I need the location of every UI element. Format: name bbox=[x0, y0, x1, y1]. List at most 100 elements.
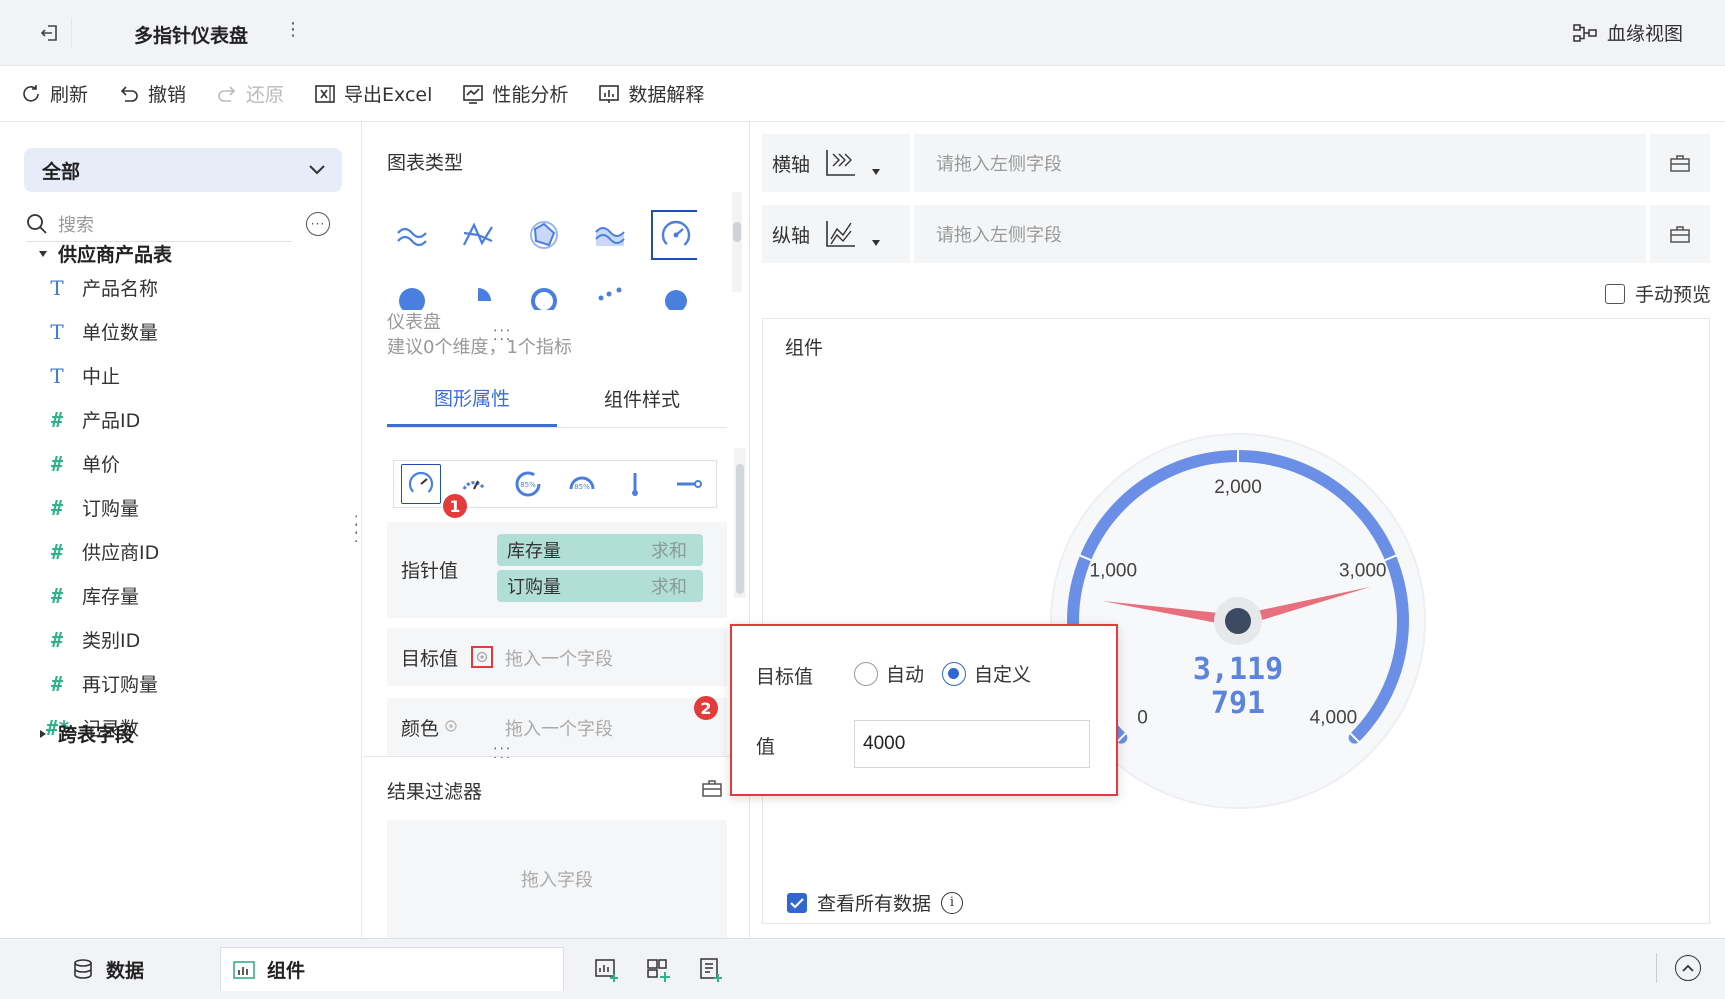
config-scroll-thumb[interactable] bbox=[736, 464, 744, 594]
field-name: 再订购量 bbox=[82, 674, 159, 696]
color-settings-button[interactable] bbox=[443, 718, 459, 738]
target-value-input[interactable] bbox=[854, 720, 1090, 768]
field-options-button[interactable]: ··· bbox=[306, 212, 330, 236]
info-icon[interactable]: i bbox=[941, 891, 964, 914]
pointer-field-pill[interactable]: 订购量 求和 bbox=[497, 570, 703, 602]
undo-label: 撤销 bbox=[148, 84, 187, 106]
pointer-value-box[interactable]: 指针值 库存量 求和 订购量 求和 bbox=[387, 522, 727, 618]
table-group-header[interactable]: 供应商产品表 bbox=[38, 240, 172, 267]
scope-select[interactable]: 全部 bbox=[24, 148, 342, 192]
refresh-button[interactable]: 刷新 bbox=[20, 80, 88, 107]
chart-type-donut[interactable] bbox=[519, 276, 569, 310]
tab-graphic-properties[interactable]: 图形属性 bbox=[387, 370, 557, 427]
manual-preview-toggle[interactable]: 手动预览 bbox=[1605, 280, 1711, 307]
lineage-label: 血缘视图 bbox=[1606, 23, 1683, 45]
field-item[interactable]: T 单位数量 bbox=[46, 318, 158, 345]
chart-type-rose[interactable] bbox=[453, 276, 503, 310]
caret-down-icon bbox=[39, 250, 47, 257]
pointer-value-label: 指针值 bbox=[401, 560, 459, 582]
add-widget-icon[interactable] bbox=[594, 957, 620, 983]
color-box[interactable]: 颜色 拖入一个字段 bbox=[387, 698, 727, 756]
y-axis-settings-button[interactable] bbox=[1650, 205, 1710, 263]
data-explain-button[interactable]: 数据解释 bbox=[598, 80, 704, 107]
field-item[interactable]: # 库存量 bbox=[46, 582, 139, 609]
slider-icon bbox=[677, 480, 703, 488]
chart-type-stacked-area[interactable] bbox=[585, 210, 635, 260]
view-all-data-toggle[interactable]: 查看所有数据 i bbox=[787, 889, 964, 916]
view-all-checkbox[interactable] bbox=[787, 892, 807, 913]
field-item[interactable]: # 产品ID bbox=[46, 406, 140, 433]
numeric-field-icon: # bbox=[50, 583, 64, 608]
performance-button[interactable]: 性能分析 bbox=[462, 80, 568, 107]
x-axis-label: 横轴 bbox=[772, 153, 811, 176]
chart-type-gauge[interactable] bbox=[651, 210, 697, 260]
caret-down-icon bbox=[872, 240, 881, 246]
gauge-style-slider[interactable] bbox=[669, 464, 709, 504]
chart-type-pie[interactable] bbox=[387, 276, 437, 310]
config-scrollbar[interactable] bbox=[734, 448, 746, 598]
x-axis-drop-zone[interactable]: 请拖入左侧字段 bbox=[914, 134, 1646, 192]
redo-button[interactable]: 还原 bbox=[216, 80, 284, 107]
add-dashboard-icon[interactable] bbox=[646, 957, 672, 983]
field-name: 产品名称 bbox=[82, 278, 159, 300]
exit-button[interactable] bbox=[28, 18, 72, 48]
field-name: 订购量 bbox=[82, 498, 140, 520]
tab-data[interactable]: 数据 bbox=[72, 947, 144, 991]
numeric-field-icon: # bbox=[50, 539, 64, 564]
chart-type-scrollbar[interactable] bbox=[732, 192, 742, 292]
add-story-icon[interactable] bbox=[698, 957, 724, 983]
gauge-tick-label: 1,000 bbox=[1090, 560, 1138, 581]
filter-settings-button[interactable] bbox=[701, 778, 723, 802]
x-axis-settings-button[interactable] bbox=[1650, 134, 1710, 192]
filter-drop-zone[interactable]: 拖入字段 bbox=[387, 820, 727, 938]
panel-resize-handle[interactable]: ⁚ ⁚ ⁚ bbox=[354, 515, 358, 545]
field-item[interactable]: # 订购量 bbox=[46, 494, 139, 521]
target-settings-button[interactable] bbox=[471, 646, 493, 668]
target-value-box[interactable]: 目标值 拖入一个字段 bbox=[387, 628, 727, 686]
x-axis-row: 横轴 请拖入左侧字段 bbox=[762, 134, 1710, 192]
cross-table-group-header[interactable]: 跨表字段 bbox=[38, 720, 134, 747]
svg-text:85%: 85% bbox=[574, 483, 590, 491]
data-panel: 全部 搜索 ··· 供应商产品表 T 产品名称 T 单位数量 T 中止 # 产品ID # 单价 # 订… bbox=[0, 122, 362, 938]
radio-auto[interactable] bbox=[854, 661, 878, 686]
chart-type-scatter[interactable] bbox=[585, 276, 635, 310]
tab-component-style[interactable]: 组件样式 bbox=[557, 370, 727, 427]
lineage-view-button[interactable]: 血缘视图 bbox=[1573, 19, 1683, 46]
gauge-tick-label: 4,000 bbox=[1310, 707, 1358, 728]
gauge-style-thermometer[interactable] bbox=[615, 464, 655, 504]
chart-type-area-line[interactable] bbox=[387, 210, 437, 260]
resize-handle-bottom[interactable]: ⁚⁚⁚ bbox=[493, 746, 512, 762]
field-item[interactable]: # 单价 bbox=[46, 450, 120, 477]
tab-widget[interactable]: 组件 bbox=[220, 947, 564, 991]
gauge-style-ring[interactable]: 85% bbox=[508, 464, 548, 504]
collapse-button[interactable] bbox=[1675, 955, 1701, 981]
pointer-field-name: 库存量 bbox=[507, 541, 561, 562]
pointer-field-name: 订购量 bbox=[507, 577, 561, 598]
field-item[interactable]: # 再订购量 bbox=[46, 670, 158, 697]
y-axis-label-box[interactable]: 纵轴 bbox=[762, 205, 910, 263]
undo-button[interactable]: 撤销 bbox=[118, 80, 186, 107]
y-axis-drop-zone[interactable]: 请拖入左侧字段 bbox=[914, 205, 1646, 263]
field-item[interactable]: # 类别ID bbox=[46, 626, 140, 653]
more-options-button[interactable]: ⋮ bbox=[284, 19, 302, 40]
field-item[interactable]: T 产品名称 bbox=[46, 274, 158, 301]
pointer-field-pill[interactable]: 库存量 求和 bbox=[497, 534, 703, 566]
search-field[interactable]: 搜索 bbox=[26, 206, 292, 242]
export-excel-button[interactable]: 导出Excel bbox=[314, 80, 432, 107]
redo-icon bbox=[218, 85, 236, 102]
field-item[interactable]: T 中止 bbox=[46, 362, 120, 389]
field-item[interactable]: # 供应商ID bbox=[46, 538, 159, 565]
gauge-style-multi-pointer[interactable] bbox=[400, 464, 441, 504]
numeric-field-icon: # bbox=[50, 495, 64, 520]
chart-type-multi-line[interactable] bbox=[453, 210, 503, 260]
text-field-icon: T bbox=[50, 275, 64, 300]
filter-placeholder: 拖入字段 bbox=[521, 870, 593, 891]
radio-custom[interactable] bbox=[942, 661, 967, 686]
chart-type-map[interactable] bbox=[651, 276, 697, 310]
resize-handle-top[interactable]: ⁚⁚⁚ bbox=[493, 328, 512, 344]
manual-preview-checkbox[interactable] bbox=[1605, 283, 1625, 304]
chart-type-radar[interactable] bbox=[519, 210, 569, 260]
x-axis-label-box[interactable]: 横轴 bbox=[762, 134, 910, 192]
gauge-style-semicircle[interactable]: 85% bbox=[562, 464, 602, 504]
scroll-thumb[interactable] bbox=[733, 222, 741, 242]
